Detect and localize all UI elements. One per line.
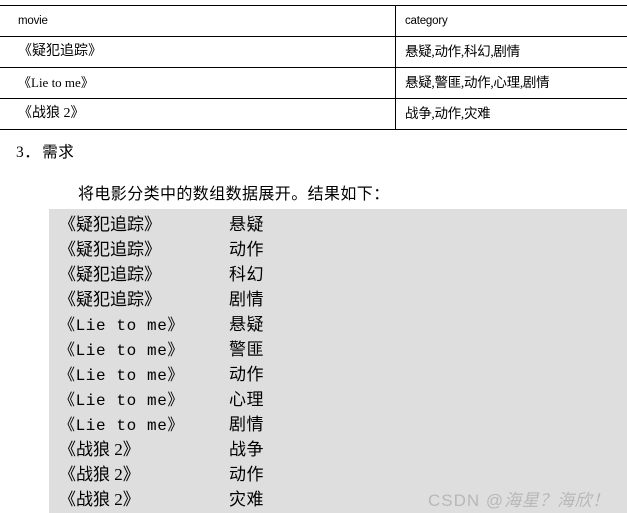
result-movie: 《Lie to me》 [59,342,185,360]
table-row: 《Lie to me》 悬疑,警匪,动作,心理,剧情 [0,67,627,99]
result-category: 动作 [229,465,264,484]
requirement-paragraph: 将电影分类中的数组数据展开。结果如下： [78,186,390,203]
cell-text-category: 战争,动作,灾难 [405,106,491,121]
cell-text-movie: 《Lie to me》 [18,75,94,90]
result-category: 警匪 [229,340,264,359]
table-cell-movie: 《Lie to me》 [0,67,396,99]
result-category: 战争 [229,440,264,459]
result-row: 《战狼 2》 战争 [49,437,627,462]
cell-text-category: 悬疑,动作,科幻,剧情 [405,44,520,59]
table-header-cell-category: category [395,5,627,37]
watermark-prefix: CSDN @ [428,491,505,510]
section-heading-number: 3． [16,144,41,161]
result-movie: 《Lie to me》 [59,392,185,410]
result-category: 悬疑 [229,215,264,234]
result-row: 《疑犯追踪》 悬疑 [49,212,627,237]
result-category: 科幻 [229,265,264,284]
result-row: 《疑犯追踪》 剧情 [49,287,627,312]
result-movie: 《疑犯追踪》 [59,290,161,309]
result-row: 《疑犯追踪》 科幻 [49,262,627,287]
cell-text-movie: 《战狼 2》 [18,106,85,121]
result-movie: 《疑犯追踪》 [59,215,161,234]
section-heading: 3． 需求 [16,140,74,162]
result-category: 剧情 [229,415,264,434]
result-category: 动作 [229,240,264,259]
result-row: 《战狼 2》 动作 [49,462,627,487]
movie-category-table: movie category 《疑犯追踪》 悬疑,动作,科幻,剧情 《Lie t… [0,5,627,130]
result-row: 《Lie to me》 心理 [49,387,627,412]
result-row: 《Lie to me》 剧情 [49,412,627,437]
result-row: 《Lie to me》 警匪 [49,337,627,362]
result-category: 剧情 [229,290,264,309]
section-heading-text: 需求 [42,144,75,161]
result-movie: 《Lie to me》 [59,417,185,435]
result-movie: 《战狼 2》 [59,465,140,484]
result-movie: 《战狼 2》 [59,490,140,509]
result-category: 心理 [229,390,264,409]
table-header-row: movie category [0,5,627,37]
table-cell-category: 悬疑,警匪,动作,心理,剧情 [395,67,627,99]
table-body: movie category 《疑犯追踪》 悬疑,动作,科幻,剧情 《Lie t… [0,5,627,130]
csdn-watermark: CSDN @海星？海欣！ [428,486,610,511]
table-cell-category: 战争,动作,灾难 [395,98,627,130]
result-movie: 《Lie to me》 [59,317,185,335]
result-movie: 《Lie to me》 [59,367,185,385]
result-output-block: 《疑犯追踪》 悬疑 《疑犯追踪》 动作 《疑犯追踪》 科幻 《疑犯追踪》 剧情 《Lie… [49,209,627,513]
watermark-username: 海星？海欣！ [504,491,610,510]
result-movie: 《战狼 2》 [59,440,140,459]
result-category: 灾难 [229,490,264,509]
header-label-category: category [405,15,448,27]
table-row: 《疑犯追踪》 悬疑,动作,科幻,剧情 [0,36,627,68]
table-header-cell-movie: movie [0,5,396,37]
table-cell-movie: 《战狼 2》 [0,98,396,130]
result-row: 《Lie to me》 悬疑 [49,312,627,337]
result-row: 《疑犯追踪》 动作 [49,237,627,262]
result-movie: 《疑犯追踪》 [59,265,161,284]
table-cell-movie: 《疑犯追踪》 [0,36,396,68]
table-row: 《战狼 2》 战争,动作,灾难 [0,98,627,130]
result-category: 悬疑 [229,315,264,334]
result-movie: 《疑犯追踪》 [59,240,161,259]
header-label-movie: movie [18,15,48,27]
table-cell-category: 悬疑,动作,科幻,剧情 [395,36,627,68]
result-category: 动作 [229,365,264,384]
cell-text-category: 悬疑,警匪,动作,心理,剧情 [405,75,550,90]
result-row: 《Lie to me》 动作 [49,362,627,387]
cell-text-movie: 《疑犯追踪》 [18,44,102,59]
